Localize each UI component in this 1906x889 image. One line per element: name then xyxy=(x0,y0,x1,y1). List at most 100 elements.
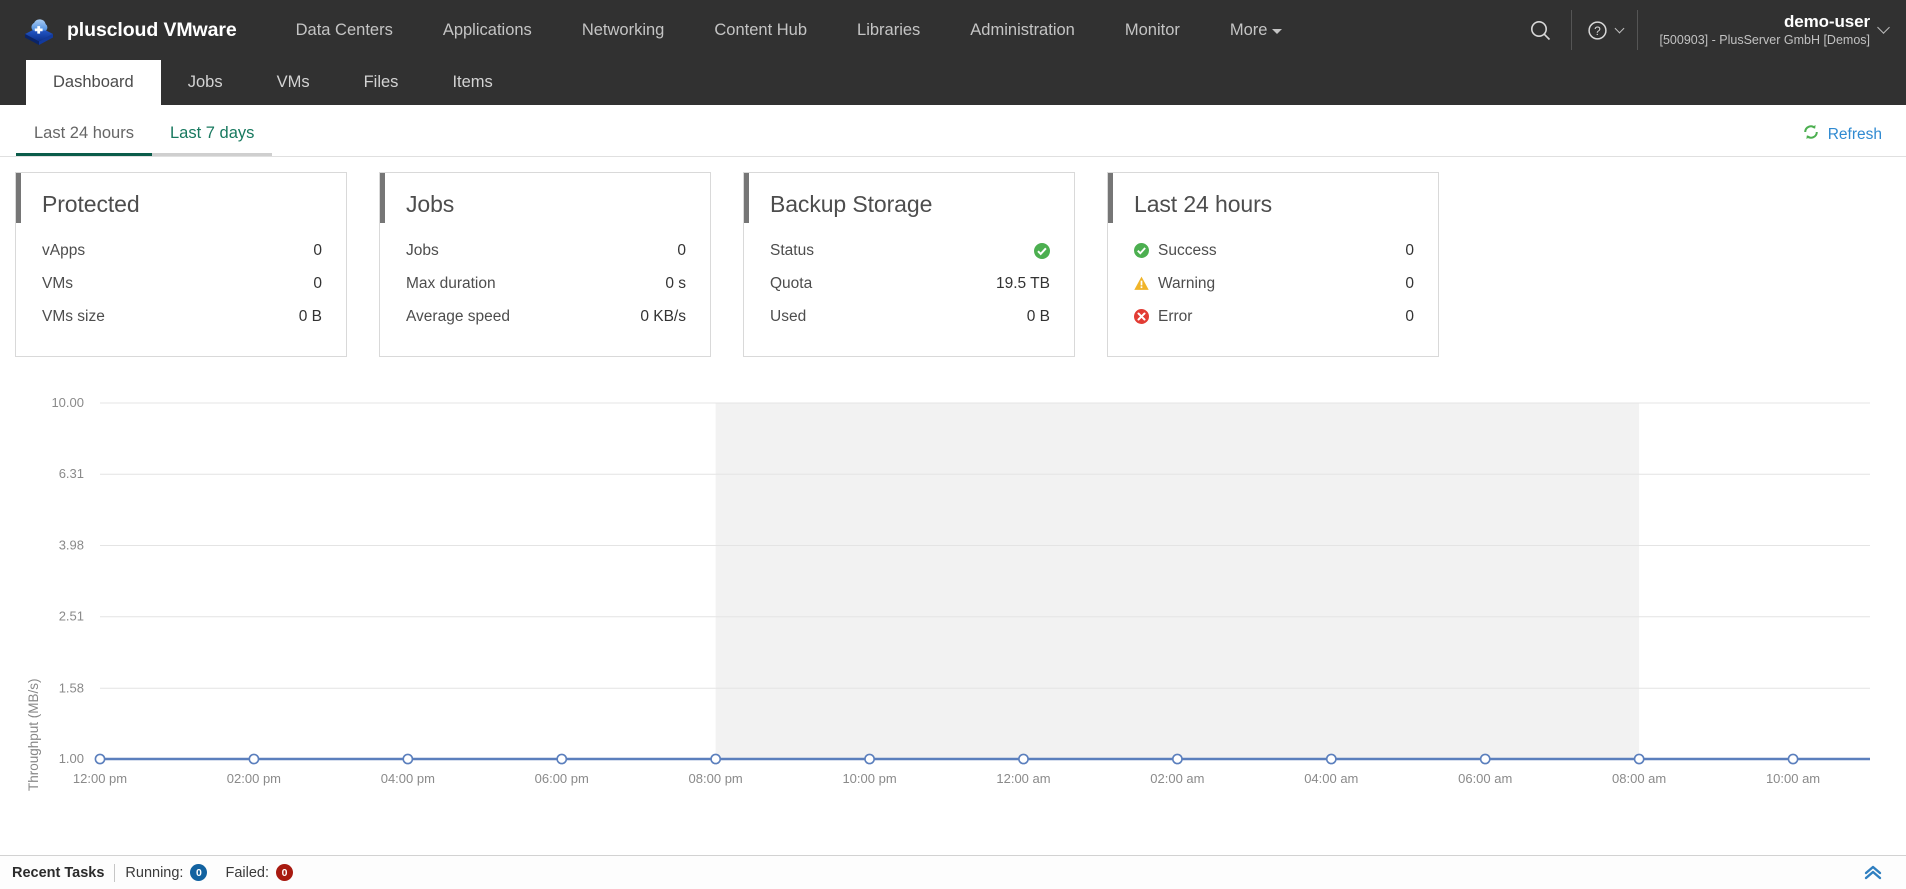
time-range-tabs: Last 24 hours Last 7 days xyxy=(16,124,273,156)
error-x-icon xyxy=(1134,309,1149,324)
tab-label: Jobs xyxy=(187,73,223,91)
menu-label: Networking xyxy=(581,21,665,39)
card-accent-bar xyxy=(744,173,749,223)
section-tabs: Dashboard Jobs VMs Files Items xyxy=(0,60,1906,105)
range-tab-label: Last 7 days xyxy=(169,124,255,142)
user-account-menu[interactable]: demo-user [500903] - PlusServer GmbH [De… xyxy=(1646,0,1893,60)
row-label: VMs xyxy=(42,274,73,292)
card-row: Used 0 B xyxy=(770,300,1050,333)
user-name: demo-user xyxy=(1783,12,1870,31)
recent-tasks-title[interactable]: Recent Tasks xyxy=(12,865,114,881)
row-label: Quota xyxy=(770,274,813,292)
svg-text:06:00 am: 06:00 am xyxy=(1458,771,1512,786)
row-label: Used xyxy=(770,307,807,325)
menu-item-more[interactable]: More xyxy=(1205,0,1308,60)
failed-count-badge: 0 xyxy=(276,864,293,881)
divider xyxy=(1636,10,1638,50)
card-row: Error 0 xyxy=(1134,300,1414,333)
row-label: Jobs xyxy=(406,241,439,259)
card-title: Jobs xyxy=(406,191,455,217)
success-check-icon xyxy=(1034,242,1050,259)
row-value: 0 B xyxy=(298,307,322,325)
card-last-24-hours: Last 24 hours Success 0 Warning 0 Error … xyxy=(1107,172,1439,357)
tab-files[interactable]: Files xyxy=(337,60,426,105)
top-navigation-bar: pluscloud VMware Data Centers Applicatio… xyxy=(0,0,1906,60)
menu-label: Data Centers xyxy=(295,21,393,39)
svg-text:6.31: 6.31 xyxy=(59,466,84,481)
menu-item-libraries[interactable]: Libraries xyxy=(832,0,945,60)
range-tab-label: Last 24 hours xyxy=(34,124,134,142)
tab-items[interactable]: Items xyxy=(425,60,519,105)
tab-vms[interactable]: VMs xyxy=(250,60,337,105)
card-title: Backup Storage xyxy=(770,191,933,217)
svg-text:12:00 pm: 12:00 pm xyxy=(73,771,127,786)
tab-dashboard[interactable]: Dashboard xyxy=(26,60,161,105)
svg-text:08:00 pm: 08:00 pm xyxy=(689,771,743,786)
row-value: 0 xyxy=(1405,274,1414,292)
card-row: VMs size 0 B xyxy=(42,300,322,333)
row-label: VMs size xyxy=(42,307,105,325)
row-label: Status xyxy=(770,241,814,259)
double-chevron-up-icon[interactable] xyxy=(1862,862,1884,887)
card-title: Last 24 hours xyxy=(1134,191,1273,217)
refresh-icon xyxy=(1802,123,1820,146)
svg-text:06:00 pm: 06:00 pm xyxy=(535,771,589,786)
brand-title: pluscloud VMware xyxy=(67,18,237,41)
row-label: Error xyxy=(1158,307,1193,325)
row-value: 0 xyxy=(313,274,322,292)
menu-label: Content Hub xyxy=(714,21,808,39)
range-tab-last-7-days[interactable]: Last 7 days xyxy=(151,124,273,156)
row-label: Success xyxy=(1158,241,1217,259)
svg-text:10:00 am: 10:00 am xyxy=(1766,771,1820,786)
row-label-group: Warning xyxy=(1134,275,1215,293)
help-circle-icon[interactable]: ? xyxy=(1580,0,1629,60)
menu-item-monitor[interactable]: Monitor xyxy=(1100,0,1205,60)
card-jobs: Jobs Jobs 0 Max duration 0 s Average spe… xyxy=(379,172,711,357)
row-label: vApps xyxy=(42,241,86,259)
svg-text:10:00 pm: 10:00 pm xyxy=(842,771,896,786)
card-row: Quota 19.5 TB xyxy=(770,267,1050,300)
tab-jobs[interactable]: Jobs xyxy=(161,60,250,105)
throughput-chart: Throughput (MB/s) 10.00 6.31 3.98 2.51 1.58 1… xyxy=(0,391,1906,821)
svg-text:08:00 am: 08:00 am xyxy=(1612,771,1666,786)
brand-home-link[interactable]: pluscloud VMware xyxy=(0,0,271,60)
menu-item-content-hub[interactable]: Content Hub xyxy=(689,0,832,60)
menu-label: Libraries xyxy=(857,21,921,39)
card-row: vApps 0 xyxy=(42,234,322,267)
divider xyxy=(114,863,116,882)
svg-text:02:00 am: 02:00 am xyxy=(1150,771,1204,786)
menu-item-networking[interactable]: Networking xyxy=(557,0,690,60)
menu-item-data-centers[interactable]: Data Centers xyxy=(271,0,418,60)
chart-y-axis-label: Throughput (MB/s) xyxy=(26,678,41,791)
menu-item-administration[interactable]: Administration xyxy=(945,0,1100,60)
tab-label: VMs xyxy=(276,73,310,91)
svg-text:02:00 pm: 02:00 pm xyxy=(227,771,281,786)
menu-label: Administration xyxy=(970,21,1075,39)
svg-text:04:00 pm: 04:00 pm xyxy=(381,771,435,786)
card-row: Max duration 0 s xyxy=(406,267,686,300)
chart-canvas[interactable]: 10.00 6.31 3.98 2.51 1.58 1.00 12:00 pm 02:00 … xyxy=(0,391,1906,811)
row-label: Average speed xyxy=(406,307,510,325)
chevron-down-icon xyxy=(1877,20,1890,34)
cloud-plus-logo-icon xyxy=(22,13,56,47)
range-tab-last-24-hours[interactable]: Last 24 hours xyxy=(16,124,152,156)
row-value: 0 B xyxy=(1026,307,1050,325)
failed-label: Failed: xyxy=(225,864,269,881)
divider xyxy=(1570,10,1572,50)
menu-item-applications[interactable]: Applications xyxy=(418,0,557,60)
tab-label: Files xyxy=(363,73,399,91)
failed-tasks-stat: Failed: 0 xyxy=(225,864,293,881)
card-row: Status xyxy=(770,234,1050,267)
chevron-down-icon xyxy=(1272,28,1283,34)
row-label: Max duration xyxy=(406,274,496,292)
row-value: 0 KB/s xyxy=(640,307,686,325)
card-row: Average speed 0 KB/s xyxy=(406,300,686,333)
card-row: Warning 0 xyxy=(1134,267,1414,300)
refresh-button[interactable]: Refresh xyxy=(1802,123,1882,146)
user-info: demo-user [500903] - PlusServer GmbH [De… xyxy=(1660,12,1871,48)
row-label-group: Success xyxy=(1134,242,1217,260)
chevron-down-icon xyxy=(1614,23,1624,33)
row-value: 0 xyxy=(313,241,322,259)
search-icon[interactable] xyxy=(1519,0,1563,60)
recent-tasks-bar: Recent Tasks Running: 0 Failed: 0 xyxy=(0,855,1906,889)
